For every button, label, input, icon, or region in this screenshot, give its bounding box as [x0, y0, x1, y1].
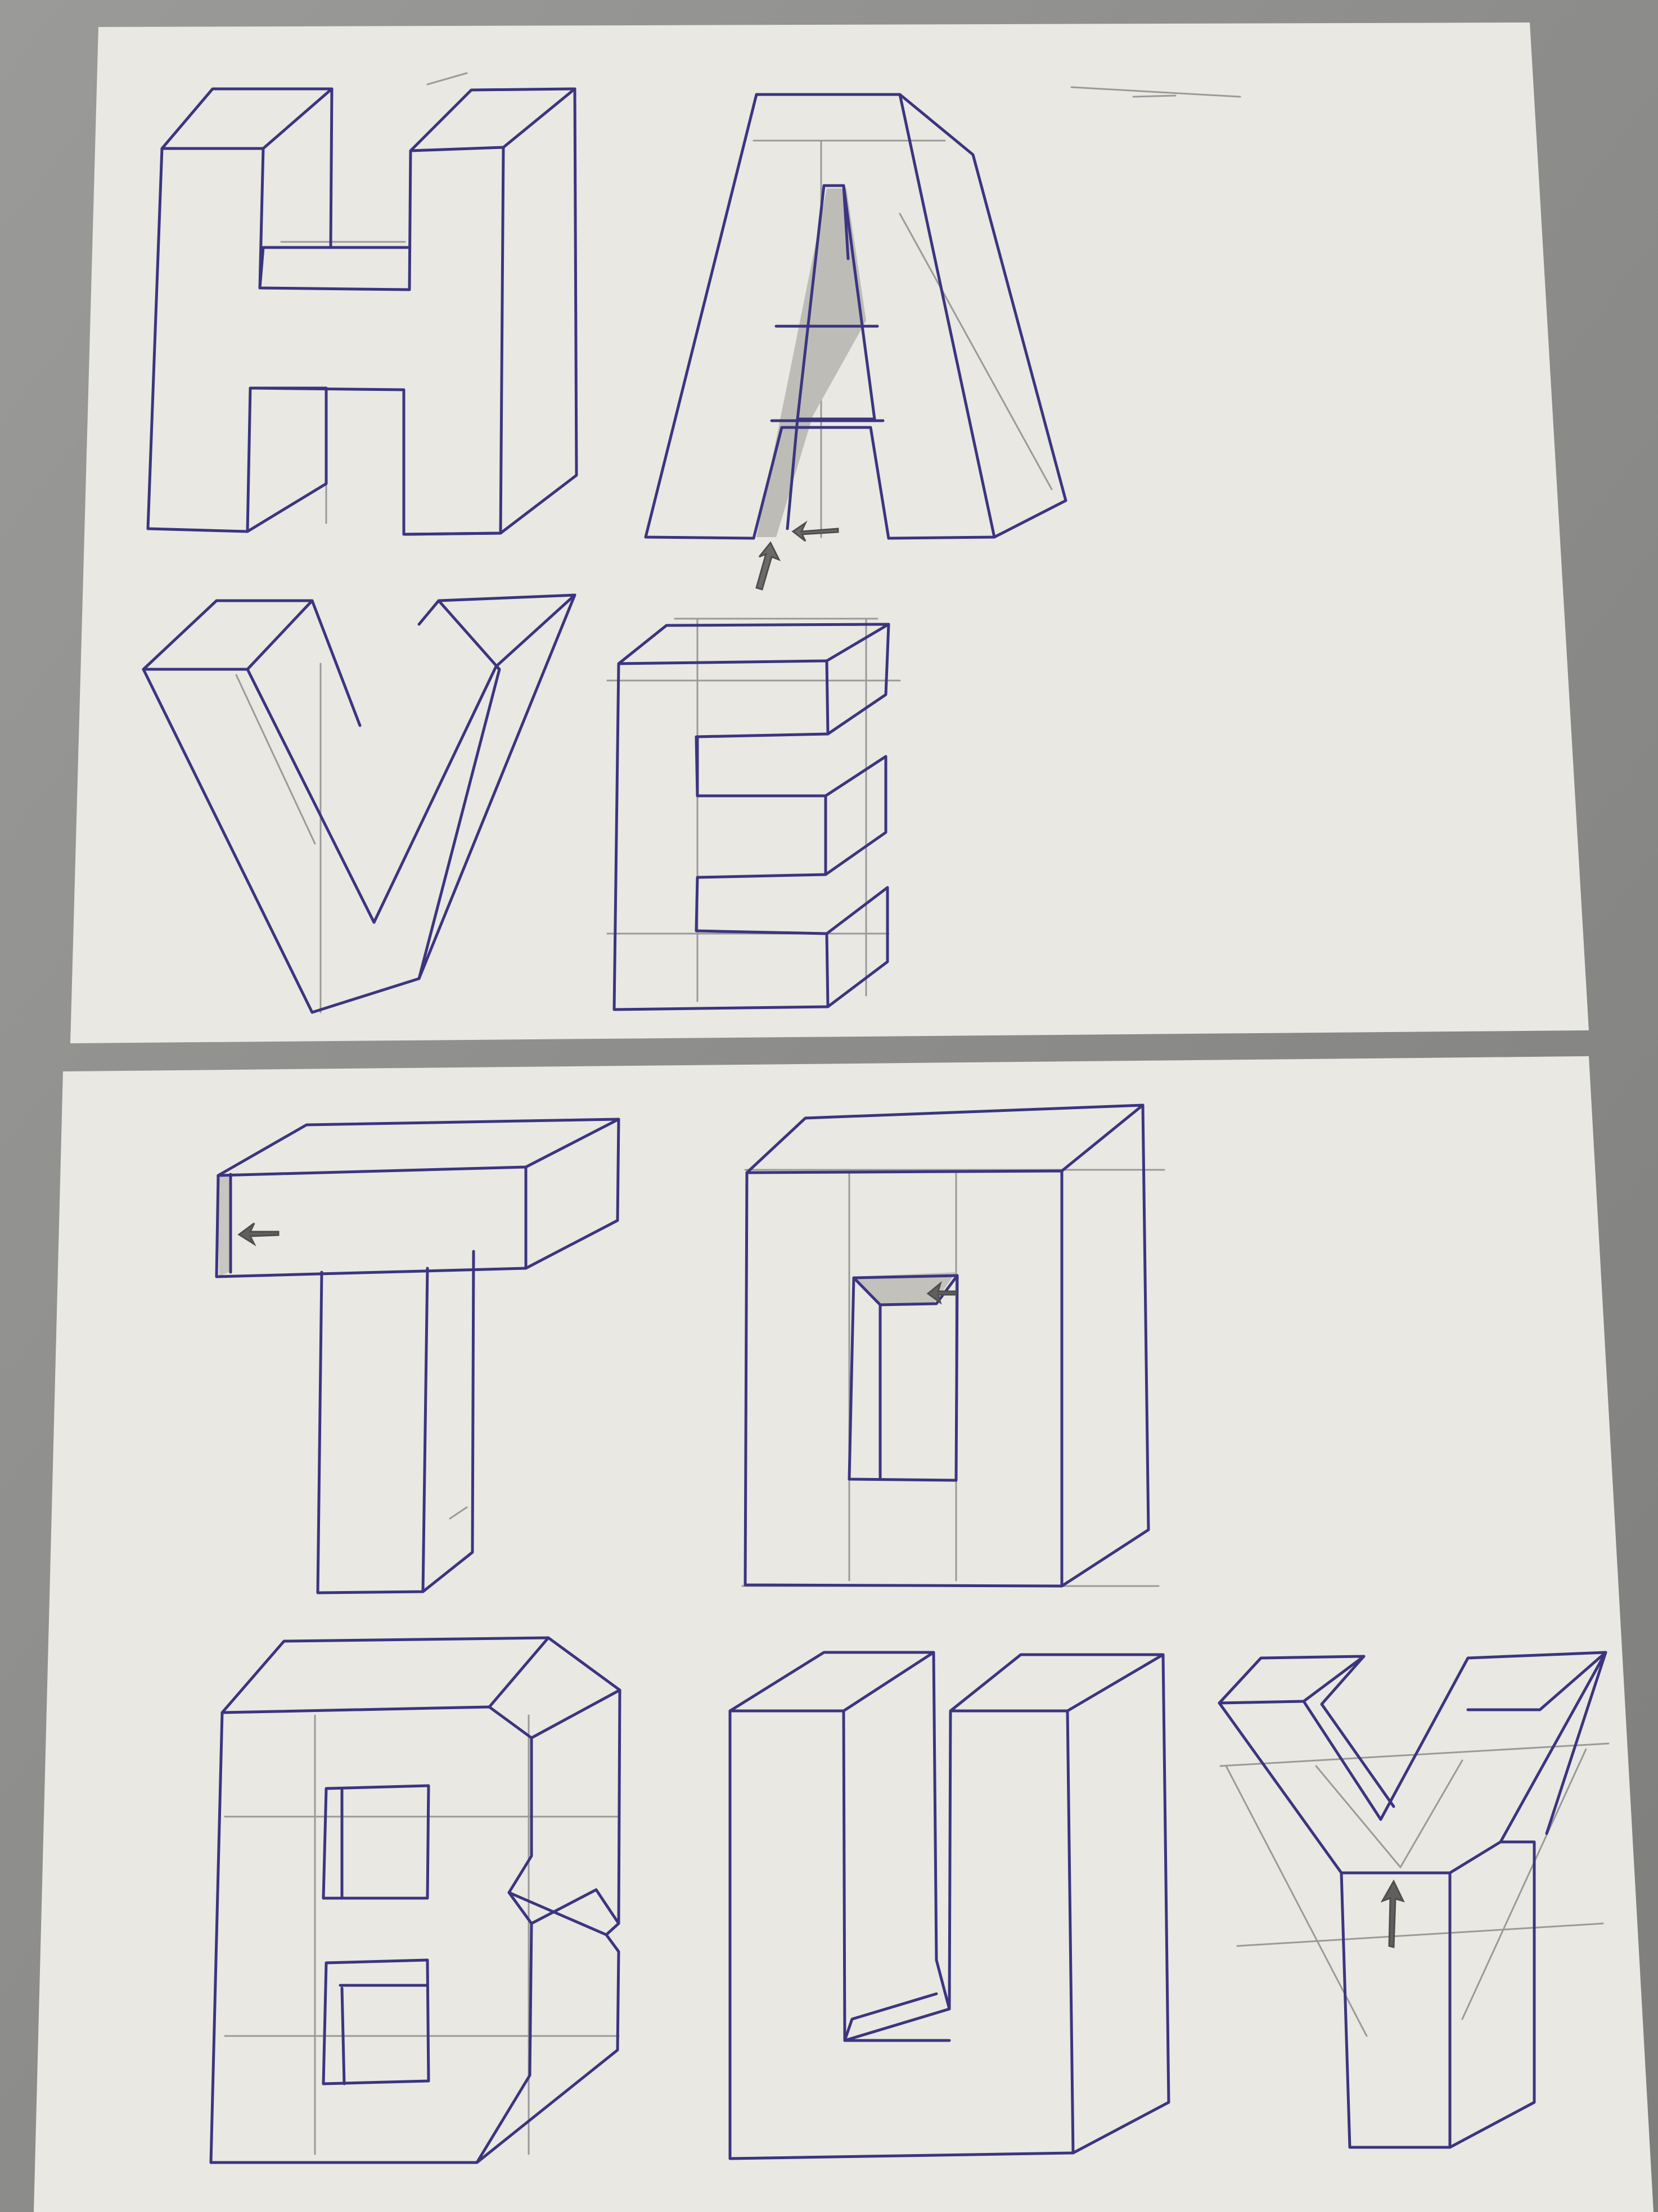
photo-scene	[0, 0, 1658, 2212]
bottom-sheet	[34, 1056, 1654, 2212]
top-sheet	[70, 22, 1589, 1043]
